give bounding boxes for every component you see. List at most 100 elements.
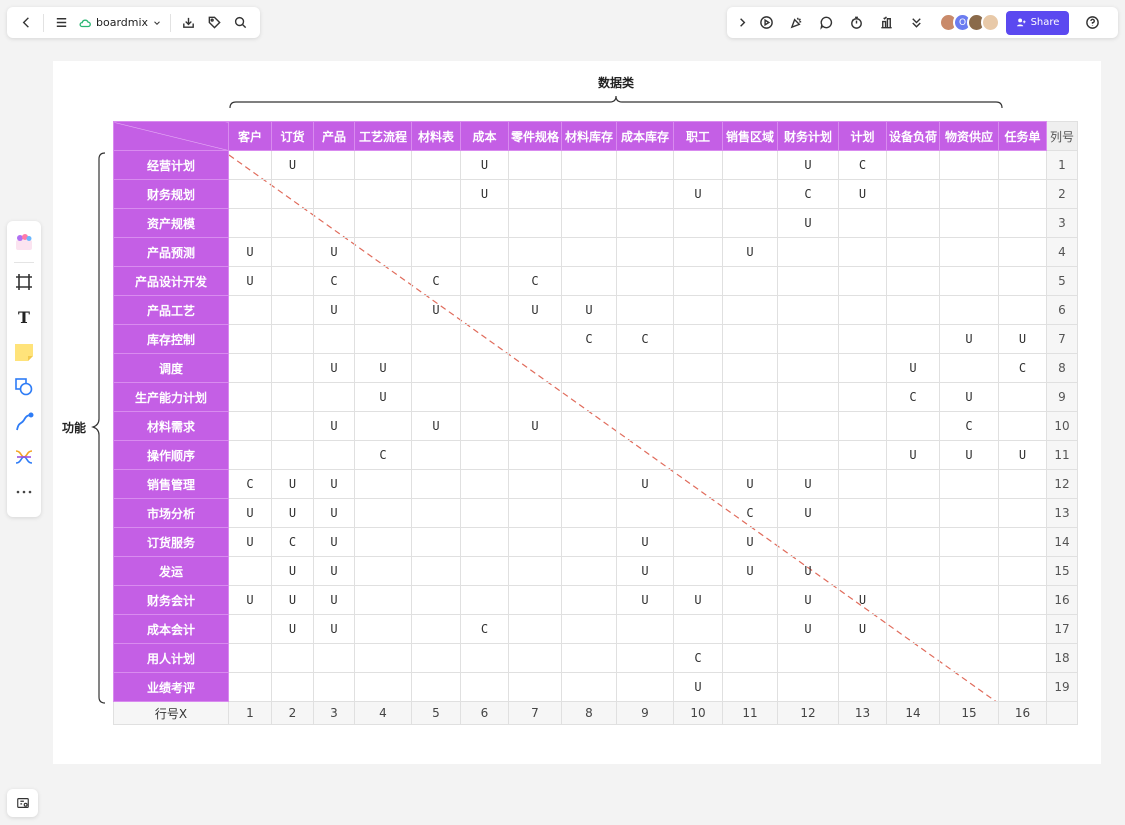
matrix-cell[interactable]: U (271, 150, 314, 180)
column-header[interactable]: 销售区域 (722, 121, 778, 151)
column-header[interactable]: 材料库存 (561, 121, 617, 151)
matrix-cell[interactable] (722, 672, 778, 702)
matrix-cell[interactable] (838, 469, 887, 499)
matrix-cell[interactable] (722, 266, 778, 296)
matrix-cell[interactable] (998, 614, 1047, 644)
matrix-cell[interactable]: U (313, 556, 355, 586)
column-header[interactable]: 零件规格 (508, 121, 562, 151)
matrix-cell[interactable] (271, 353, 314, 383)
matrix-cell[interactable] (271, 266, 314, 296)
column-number-cell[interactable]: 11 (722, 701, 778, 725)
matrix-cell[interactable] (616, 237, 674, 267)
row-header[interactable]: 用人计划 (113, 643, 229, 673)
matrix-cell[interactable]: U (561, 295, 617, 325)
matrix-cell[interactable] (460, 498, 509, 528)
matrix-cell[interactable] (460, 585, 509, 615)
column-number-cell[interactable]: 14 (886, 701, 940, 725)
matrix-cell[interactable] (886, 411, 940, 441)
pen-icon[interactable] (10, 408, 38, 436)
row-header[interactable]: 产品工艺 (113, 295, 229, 325)
matrix-cell[interactable] (886, 498, 940, 528)
matrix-cell[interactable] (561, 440, 617, 470)
matrix-cell[interactable]: C (722, 498, 778, 528)
row-number-cell[interactable]: 16 (1046, 585, 1078, 615)
matrix-cell[interactable] (561, 353, 617, 383)
matrix-cell[interactable] (313, 672, 355, 702)
column-header[interactable]: 计划 (838, 121, 887, 151)
matrix-cell[interactable]: C (886, 382, 940, 412)
row-header[interactable]: 库存控制 (113, 324, 229, 354)
user-avatar-4[interactable] (981, 13, 1000, 32)
matrix-cell[interactable]: U (998, 440, 1047, 470)
matrix-cell[interactable] (616, 382, 674, 412)
matrix-cell[interactable]: C (777, 179, 839, 209)
matrix-cell[interactable]: C (313, 266, 355, 296)
row-number-cell[interactable]: 9 (1046, 382, 1078, 412)
shape-icon[interactable] (10, 373, 38, 401)
row-header[interactable]: 产品设计开发 (113, 266, 229, 296)
matrix-cell[interactable] (271, 237, 314, 267)
matrix-cell[interactable]: U (998, 324, 1047, 354)
row-header[interactable]: 业绩考评 (113, 672, 229, 702)
matrix-cell[interactable] (411, 324, 461, 354)
row-number-cell[interactable]: 7 (1046, 324, 1078, 354)
matrix-cell[interactable]: U (777, 469, 839, 499)
matrix-cell[interactable] (616, 498, 674, 528)
matrix-cell[interactable] (998, 585, 1047, 615)
matrix-cell[interactable] (838, 237, 887, 267)
column-number-cell[interactable]: 2 (271, 701, 314, 725)
matrix-cell[interactable] (777, 643, 839, 673)
matrix-cell[interactable] (354, 527, 412, 557)
matrix-cell[interactable]: U (777, 614, 839, 644)
matrix-cell[interactable] (561, 208, 617, 238)
matrix-cell[interactable] (411, 469, 461, 499)
matrix-cell[interactable]: U (228, 585, 272, 615)
text-icon[interactable]: T (10, 303, 38, 331)
matrix-cell[interactable] (673, 556, 723, 586)
matrix-cell[interactable] (460, 469, 509, 499)
matrix-cell[interactable] (616, 614, 674, 644)
menu-icon[interactable] (48, 10, 74, 36)
matrix-cell[interactable] (838, 295, 887, 325)
matrix-cell[interactable] (411, 440, 461, 470)
matrix-cell[interactable]: C (673, 643, 723, 673)
matrix-cell[interactable]: U (313, 295, 355, 325)
matrix-cell[interactable]: U (271, 614, 314, 644)
mindmap-icon[interactable] (10, 443, 38, 471)
vote-icon[interactable] (871, 10, 901, 36)
matrix-cell[interactable]: U (722, 237, 778, 267)
matrix-cell[interactable] (777, 411, 839, 441)
column-number-cell[interactable]: 9 (616, 701, 674, 725)
matrix-cell[interactable] (354, 179, 412, 209)
matrix-cell[interactable] (460, 672, 509, 702)
matrix-cell[interactable] (228, 295, 272, 325)
matrix-cell[interactable] (313, 324, 355, 354)
matrix-cell[interactable] (939, 208, 999, 238)
matrix-cell[interactable] (411, 150, 461, 180)
matrix-cell[interactable] (460, 208, 509, 238)
matrix-cell[interactable] (939, 353, 999, 383)
matrix-cell[interactable] (354, 324, 412, 354)
row-number-cell[interactable]: 11 (1046, 440, 1078, 470)
row-header[interactable]: 产品预测 (113, 237, 229, 267)
matrix-cell[interactable] (777, 295, 839, 325)
column-number-cell[interactable]: 3 (313, 701, 355, 725)
matrix-cell[interactable]: U (271, 498, 314, 528)
matrix-cell[interactable] (228, 150, 272, 180)
matrix-cell[interactable] (313, 208, 355, 238)
matrix-cell[interactable] (354, 643, 412, 673)
matrix-cell[interactable] (313, 643, 355, 673)
matrix-cell[interactable] (228, 324, 272, 354)
matrix-cell[interactable] (673, 150, 723, 180)
matrix-cell[interactable] (998, 208, 1047, 238)
matrix-cell[interactable]: U (777, 150, 839, 180)
matrix-corner-cell[interactable] (113, 121, 229, 151)
matrix-cell[interactable] (939, 266, 999, 296)
row-header[interactable]: 订货服务 (113, 527, 229, 557)
row-header[interactable]: 调度 (113, 353, 229, 383)
row-number-cell[interactable]: 15 (1046, 556, 1078, 586)
matrix-cell[interactable] (460, 295, 509, 325)
matrix-cell[interactable] (886, 266, 940, 296)
matrix-cell[interactable] (886, 295, 940, 325)
row-number-cell[interactable]: 5 (1046, 266, 1078, 296)
